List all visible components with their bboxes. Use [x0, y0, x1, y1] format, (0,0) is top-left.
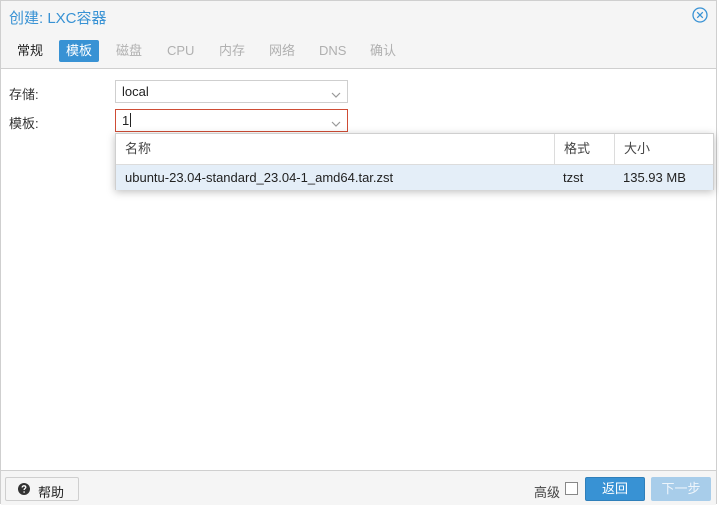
help-button[interactable]: 帮助 [5, 477, 79, 501]
tab-dns: DNS [319, 43, 347, 58]
question-circle-icon [18, 483, 30, 495]
column-header-name[interactable]: 名称 [116, 134, 554, 164]
dialog-footer: 帮助 高级 返回 下一步 [1, 470, 716, 505]
chevron-down-icon[interactable] [331, 87, 341, 98]
storage-label: 存储: [9, 87, 39, 102]
back-button[interactable]: 返回 [585, 477, 645, 501]
tab-general[interactable]: 常规 [10, 40, 50, 62]
tab-template[interactable]: 模板 [59, 40, 100, 62]
tab-confirm: 确认 [370, 43, 397, 58]
template-combobox[interactable]: 1 [115, 109, 348, 132]
table-row[interactable]: ubuntu-23.04-standard_23.04-1_amd64.tar.… [116, 165, 713, 190]
advanced-checkbox[interactable] [565, 482, 578, 495]
template-input-value[interactable]: 1 [122, 113, 132, 128]
text-cursor [130, 113, 132, 127]
column-header-format[interactable]: 格式 [554, 134, 614, 164]
help-button-label: 帮助 [38, 485, 65, 500]
next-button[interactable]: 下一步 [651, 477, 711, 501]
tab-memory: 内存 [219, 43, 246, 58]
create-lxc-dialog: 创建: LXC容器 常规 模板 磁盘 CPU 内存 网络 DNS 确认 存储: … [0, 0, 717, 505]
dialog-title: 创建: LXC容器 [9, 10, 107, 27]
template-dropdown-grid: 名称 格式 大小 ubuntu-23.04-standard_23.04-1_a… [115, 133, 714, 190]
close-icon[interactable] [692, 7, 708, 23]
cell-template-format: tzst [563, 170, 584, 185]
chevron-down-icon[interactable] [331, 116, 341, 127]
cell-template-size: 135.93 MB [623, 170, 686, 185]
grid-header: 名称 格式 大小 [116, 134, 713, 165]
storage-select[interactable]: local [115, 80, 348, 103]
advanced-label: 高级 [534, 485, 561, 500]
wizard-tabbar: 常规 模板 磁盘 CPU 内存 网络 DNS 确认 [1, 31, 716, 69]
tab-network: 网络 [269, 43, 296, 58]
column-header-size[interactable]: 大小 [614, 134, 713, 164]
tab-cpu: CPU [167, 43, 195, 58]
storage-value: local [122, 84, 149, 99]
dialog-titlebar: 创建: LXC容器 [1, 1, 716, 31]
tab-disk: 磁盘 [116, 43, 143, 58]
template-label: 模板: [9, 116, 39, 131]
cell-template-name: ubuntu-23.04-standard_23.04-1_amd64.tar.… [125, 170, 394, 185]
